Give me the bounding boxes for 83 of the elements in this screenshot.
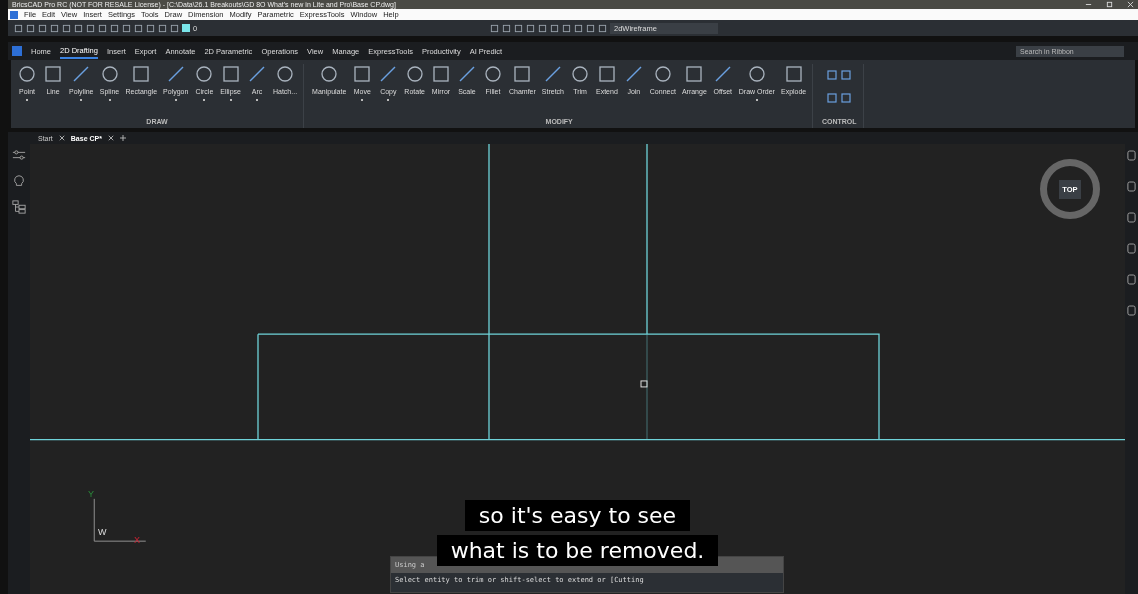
cursor-pickbox-icon <box>640 380 648 388</box>
toolbar-square-icon[interactable] <box>122 23 131 33</box>
dropdown-caret-icon <box>203 99 206 101</box>
toolbar-square-icon[interactable] <box>538 23 547 33</box>
toolbar-square-icon[interactable] <box>50 23 59 33</box>
tool-outline-icon <box>783 64 804 84</box>
minimize-icon[interactable] <box>1085 1 1092 8</box>
maximize-icon[interactable] <box>1106 1 1113 8</box>
toolbar-square-icon[interactable] <box>574 23 583 33</box>
dropdown-caret-icon <box>174 99 177 101</box>
axis-label: Y <box>88 489 94 499</box>
toolbar-square-icon[interactable] <box>502 23 511 33</box>
toolbar-square-icon[interactable] <box>158 23 167 33</box>
tool-outline-icon <box>43 64 63 84</box>
control-tool-icon[interactable] <box>841 70 852 80</box>
toolbar-square-icon[interactable] <box>598 23 607 33</box>
subtitle-caption: what is to be removed. <box>436 535 719 566</box>
toolbar-square-icon[interactable] <box>586 23 595 33</box>
toolbar-square-icon[interactable] <box>14 23 23 33</box>
toolbar-square-icon[interactable] <box>550 23 559 33</box>
panel-outline-icon[interactable] <box>1127 181 1136 192</box>
tool-outline-icon <box>319 64 340 84</box>
close-icon[interactable] <box>58 135 65 141</box>
toolbar-square-icon[interactable] <box>134 23 143 33</box>
tool-outline-icon <box>746 64 767 84</box>
toolbar-square-icon[interactable] <box>98 23 107 33</box>
subtitle-caption: so it's easy to see <box>464 500 691 531</box>
control-tool-icon[interactable] <box>827 70 838 80</box>
dropdown-caret-icon <box>229 99 232 101</box>
toolbar-square-icon[interactable] <box>26 23 35 33</box>
toolbar-square-icon[interactable] <box>74 23 83 33</box>
toolbar-square-icon[interactable] <box>562 23 571 33</box>
panel-outline-icon[interactable] <box>1127 150 1136 161</box>
tool-outline-icon <box>404 64 425 84</box>
toolbar-square-icon[interactable] <box>514 23 523 33</box>
axis-label: X <box>134 535 140 545</box>
tool-outline-icon <box>352 64 373 84</box>
panel-outline-icon[interactable] <box>1127 305 1136 316</box>
sliders-icon[interactable] <box>12 148 26 162</box>
toolbar-square-icon[interactable] <box>62 23 71 33</box>
tree-structure-icon[interactable] <box>12 200 26 214</box>
tool-outline-icon <box>570 64 590 84</box>
toolbar-square-icon[interactable] <box>146 23 155 33</box>
tool-outline-icon <box>275 64 296 84</box>
tool-outline-icon <box>652 64 673 84</box>
toolbar-square-icon[interactable] <box>38 23 47 33</box>
app-logo-icon <box>10 10 18 19</box>
close-icon[interactable] <box>1127 1 1134 8</box>
toolbar-square-icon[interactable] <box>86 23 95 33</box>
panel-outline-icon[interactable] <box>1127 274 1136 285</box>
toolbar-square-icon[interactable] <box>490 23 499 33</box>
plus-icon[interactable] <box>119 135 126 141</box>
layer-color-swatch-icon <box>182 24 190 32</box>
dropdown-caret-icon <box>80 99 83 101</box>
tool-outline-icon <box>220 64 241 84</box>
panel-outline-icon[interactable] <box>1127 243 1136 254</box>
dropdown-caret-icon <box>108 99 111 101</box>
dropdown-caret-icon <box>387 99 390 101</box>
control-tool-icon[interactable] <box>841 93 852 103</box>
tool-outline-icon <box>17 64 37 84</box>
close-icon[interactable] <box>107 135 114 141</box>
lightbulb-icon[interactable] <box>12 174 26 188</box>
tool-outline-icon <box>512 64 533 84</box>
toolbar-square-icon[interactable] <box>526 23 535 33</box>
dropdown-caret-icon <box>26 99 28 101</box>
tool-outline-icon <box>99 64 120 84</box>
tool-outline-icon <box>131 64 152 84</box>
control-tool-icon[interactable] <box>827 93 838 103</box>
world-label: W <box>98 527 107 537</box>
tool-outline-icon <box>71 64 92 84</box>
ucs-axes-icon <box>92 497 148 543</box>
tool-outline-icon <box>482 64 503 84</box>
tool-outline-icon <box>194 64 215 84</box>
tool-outline-icon <box>378 64 399 84</box>
tool-outline-icon <box>430 64 451 84</box>
toolbar-square-icon[interactable] <box>170 23 179 33</box>
tool-outline-icon <box>596 64 617 84</box>
dropdown-caret-icon <box>255 99 258 101</box>
dropdown-caret-icon <box>755 99 758 101</box>
panel-outline-icon[interactable] <box>1127 212 1136 223</box>
toolbar-square-icon[interactable] <box>110 23 119 33</box>
dropdown-caret-icon <box>361 99 364 101</box>
tool-outline-icon <box>684 64 705 84</box>
